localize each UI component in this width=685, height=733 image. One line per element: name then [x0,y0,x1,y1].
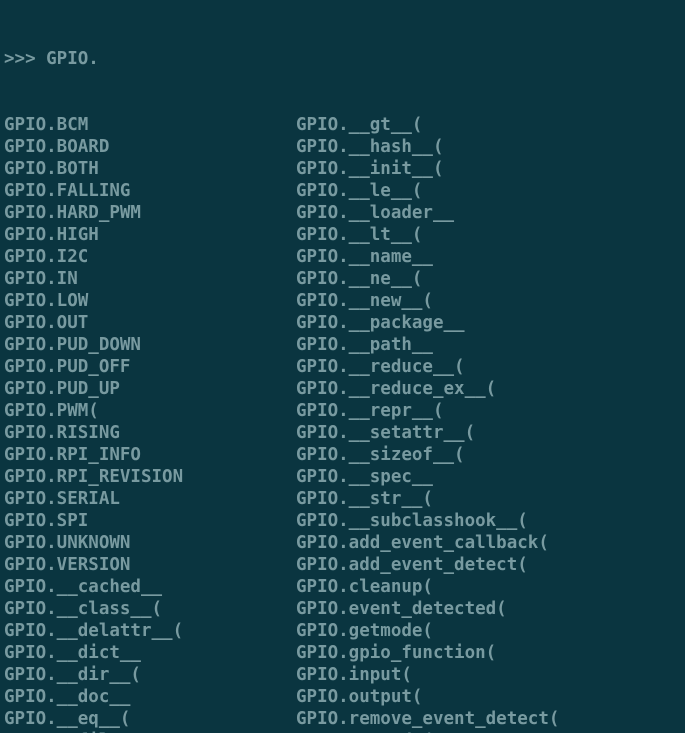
completion-columns: GPIO.BCMGPIO.BOARDGPIO.BOTHGPIO.FALLINGG… [4,114,681,733]
completion-item: GPIO.__cached__ [4,576,296,598]
completion-item: GPIO.event_detected( [296,598,681,620]
completion-item: GPIO.__name__ [296,246,681,268]
completion-item: GPIO.output( [296,686,681,708]
completion-item: GPIO.FALLING [4,180,296,202]
completion-item: GPIO.SPI [4,510,296,532]
completion-item: GPIO.cleanup( [296,576,681,598]
completion-item: GPIO.OUT [4,312,296,334]
completion-item: GPIO.I2C [4,246,296,268]
completion-item: GPIO.add_event_callback( [296,532,681,554]
completion-item: GPIO.PUD_OFF [4,356,296,378]
completion-item: GPIO.__dict__ [4,642,296,664]
completion-item: GPIO.__reduce_ex__( [296,378,681,400]
completion-item: GPIO.BOARD [4,136,296,158]
completion-item: GPIO.UNKNOWN [4,532,296,554]
prompt-line: >>> GPIO. [4,48,681,70]
completion-item: GPIO.input( [296,664,681,686]
terminal[interactable]: >>> GPIO. GPIO.BCMGPIO.BOARDGPIO.BOTHGPI… [0,0,685,733]
prompt-text: >>> GPIO. [4,49,99,69]
completion-item: GPIO.add_event_detect( [296,554,681,576]
completion-item: GPIO.RPI_REVISION [4,466,296,488]
completion-item: GPIO.getmode( [296,620,681,642]
completion-item: GPIO.RPI_INFO [4,444,296,466]
completion-item: GPIO.__sizeof__( [296,444,681,466]
completion-item: GPIO.BOTH [4,158,296,180]
completion-item: GPIO.PUD_UP [4,378,296,400]
completion-item: GPIO.__package__ [296,312,681,334]
completion-item: GPIO.SERIAL [4,488,296,510]
completion-item: GPIO.__path__ [296,334,681,356]
completion-item: GPIO.PUD_DOWN [4,334,296,356]
completion-item: GPIO.VERSION [4,554,296,576]
completion-item: GPIO.__reduce__( [296,356,681,378]
completion-item: GPIO.__new__( [296,290,681,312]
completion-item: GPIO.PWM( [4,400,296,422]
completion-item: GPIO.__gt__( [296,114,681,136]
completion-item: GPIO.__doc__ [4,686,296,708]
completion-item: GPIO.__ne__( [296,268,681,290]
completion-item: GPIO.__le__( [296,180,681,202]
completion-item: GPIO.HIGH [4,224,296,246]
completion-item: GPIO.__setattr__( [296,422,681,444]
completion-item: GPIO.__lt__( [296,224,681,246]
completion-item: GPIO.__class__( [4,598,296,620]
completion-item: GPIO.gpio_function( [296,642,681,664]
completion-column-2: GPIO.__gt__(GPIO.__hash__(GPIO.__init__(… [296,114,681,733]
completion-item: GPIO.__delattr__( [4,620,296,642]
completion-item: GPIO.__spec__ [296,466,681,488]
completion-item: GPIO.__loader__ [296,202,681,224]
completion-item: GPIO.__repr__( [296,400,681,422]
completion-item: GPIO.BCM [4,114,296,136]
completion-item: GPIO.__dir__( [4,664,296,686]
completion-item: GPIO.__eq__( [4,708,296,730]
completion-item: GPIO.IN [4,268,296,290]
completion-column-1: GPIO.BCMGPIO.BOARDGPIO.BOTHGPIO.FALLINGG… [4,114,296,733]
completion-item: GPIO.__subclasshook__( [296,510,681,532]
completion-item: GPIO.__hash__( [296,136,681,158]
completion-item: GPIO.HARD_PWM [4,202,296,224]
completion-item: GPIO.__init__( [296,158,681,180]
completion-item: GPIO.RISING [4,422,296,444]
completion-item: GPIO.remove_event_detect( [296,708,681,730]
completion-item: GPIO.LOW [4,290,296,312]
completion-item: GPIO.__str__( [296,488,681,510]
